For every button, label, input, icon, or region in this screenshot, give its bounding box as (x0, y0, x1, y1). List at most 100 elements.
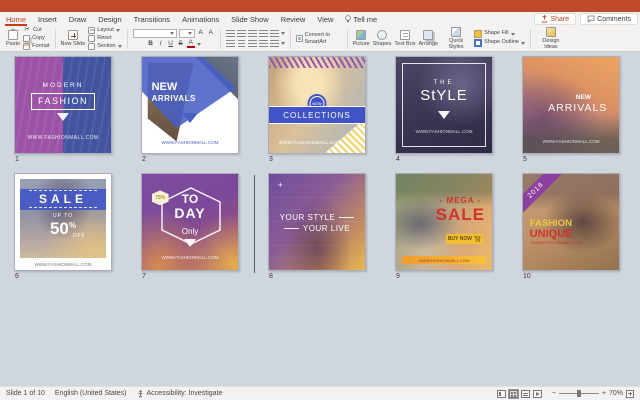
paste-button[interactable]: Paste (6, 30, 20, 47)
tab-design[interactable]: Design (92, 12, 127, 26)
dashed-line (29, 207, 98, 208)
slide-sorter: MODERN FASHION WWW.FASHIONMALL.COM 1 NEW… (0, 52, 640, 386)
bold-button[interactable]: B (147, 41, 155, 48)
copy-button[interactable]: Copy (23, 35, 49, 42)
bullets-button[interactable] (226, 30, 235, 38)
tab-draw[interactable]: Draw (63, 12, 93, 26)
shrink-font-button[interactable]: A (207, 30, 215, 37)
columns-button[interactable] (270, 40, 279, 48)
paste-label: Paste (6, 41, 20, 47)
font-size-select[interactable] (179, 29, 195, 38)
quick-styles-icon (451, 27, 461, 37)
triangle-logo-icon (182, 113, 198, 123)
numbering-button[interactable] (237, 30, 246, 38)
tab-home[interactable]: Home (0, 12, 32, 26)
accessibility-status[interactable]: Accessibility: Investigate (137, 390, 223, 398)
increase-indent-button[interactable] (259, 30, 268, 38)
slide-thumbnail-9[interactable]: - MEGA - SALE BUY NOW WWW.FASHIONMALL.CO… (395, 173, 493, 271)
slide-indicator[interactable]: Slide 1 of 10 (6, 390, 45, 397)
slide8-line1: YOUR STYLE (275, 213, 360, 222)
align-right-button[interactable] (248, 40, 257, 48)
zoom-slider-handle[interactable] (577, 390, 581, 397)
slide-number-7: 7 (142, 273, 239, 282)
italic-button[interactable]: I (157, 41, 165, 48)
slide-thumbnail-3[interactable]: NEW COLLECTIONS WWW.FASHIONMALL.COM (268, 56, 366, 154)
line-spacing-button[interactable] (270, 30, 279, 38)
scissors-icon: ✂ (23, 27, 31, 34)
slide-thumbnail-7[interactable]: 75% TO DAY Only WWW.FASHIONMALL.COM (141, 173, 239, 271)
decrease-indent-button[interactable] (248, 30, 257, 38)
quick-styles-button[interactable]: Quick Styles (441, 27, 471, 50)
paste-icon (8, 30, 18, 40)
arrange-button[interactable]: Arrange (419, 30, 439, 47)
slide-cell: + YOUR STYLE YOUR LIVE 8 (268, 173, 366, 282)
clipboard-group: Paste ✂ Cut Copy Format (3, 26, 53, 51)
font-name-select[interactable] (133, 29, 177, 38)
slide-cell: NEW ARRIVALS WWW.FASHIONMALL.COM 2 (141, 56, 239, 165)
zoom-out-button[interactable]: − (552, 390, 556, 397)
slide-sorter-view-button[interactable] (509, 390, 518, 398)
tab-view[interactable]: View (311, 12, 339, 26)
underline-button[interactable]: U (167, 41, 175, 48)
picture-button[interactable]: Picture (353, 30, 370, 47)
slide-cell: NEW COLLECTIONS WWW.FASHIONMALL.COM 3 (268, 56, 366, 165)
chevron-down-icon (170, 32, 174, 35)
new-slide-icon (68, 30, 78, 40)
tab-tell-me[interactable]: Tell me (339, 12, 383, 26)
strikethrough-button[interactable]: S (177, 41, 185, 48)
tab-slide-show[interactable]: Slide Show (225, 12, 275, 26)
share-label: Share (550, 16, 569, 23)
tab-insert[interactable]: Insert (32, 12, 63, 26)
fit-to-window-button[interactable] (626, 390, 634, 398)
comments-button[interactable]: Comments (580, 13, 638, 25)
zoom-level[interactable]: 70% (609, 390, 623, 397)
slide-number-1: 1 (15, 156, 112, 165)
reset-icon (88, 35, 95, 42)
align-left-button[interactable] (226, 40, 235, 48)
slide-thumbnail-1[interactable]: MODERN FASHION WWW.FASHIONMALL.COM (14, 56, 112, 154)
justify-button[interactable] (259, 40, 268, 48)
arrange-label: Arrange (419, 41, 439, 47)
slide5-title: ARRIVALS (536, 103, 619, 114)
shapes-icon (377, 30, 387, 40)
design-ideas-button[interactable]: Design Ideas (536, 27, 566, 50)
shapes-button[interactable]: Shapes (373, 30, 392, 47)
format-painter-button[interactable]: Format (23, 43, 49, 50)
tab-review[interactable]: Review (275, 12, 312, 26)
tab-transitions[interactable]: Transitions (128, 12, 176, 26)
new-slide-button[interactable]: New Slide (61, 30, 86, 47)
normal-view-button[interactable] (497, 390, 506, 398)
insertion-point-indicator (254, 175, 255, 273)
language-indicator[interactable]: English (United States) (55, 390, 127, 397)
layout-button[interactable]: Layout (88, 27, 121, 34)
lightbulb-icon (345, 15, 351, 23)
status-bar: Slide 1 of 10 English (United States) Ac… (0, 386, 640, 400)
chevron-down-icon (281, 32, 285, 35)
tab-animations[interactable]: Animations (176, 12, 225, 26)
cut-button[interactable]: ✂ Cut (23, 27, 49, 34)
reset-button[interactable]: Reset (88, 35, 121, 42)
text-box-button[interactable]: Text Box (394, 30, 415, 47)
slide-thumbnail-2[interactable]: NEW ARRIVALS WWW.FASHIONMALL.COM (141, 56, 239, 154)
shape-outline-button[interactable]: Shape Outline (474, 39, 525, 47)
slide-thumbnail-6[interactable]: SALE UP TO 50% OFF WWW.FASHIONMALL.COM (14, 173, 112, 271)
slide-thumbnail-10[interactable]: 2018 FASHION UNIQUE WWW.FASHIONMALL.COM (522, 173, 620, 271)
slide-show-button[interactable] (533, 390, 542, 398)
align-center-button[interactable] (237, 40, 246, 48)
shape-fill-button[interactable]: Shape Fill (474, 30, 525, 38)
convert-to-smartart-label: Convert to SmartArt (305, 32, 342, 45)
slide-thumbnail-4[interactable]: THE StYLE WWW.FASHIONMALL.COM (395, 56, 493, 154)
font-color-button[interactable]: A (187, 40, 195, 49)
reading-view-button[interactable] (521, 390, 530, 398)
grow-font-button[interactable]: A (197, 30, 205, 37)
chevron-down-icon (197, 43, 201, 46)
slide-thumbnail-5[interactable]: NEW ARRIVALS WWW.FASHIONMALL.COM (522, 56, 620, 154)
convert-to-smartart-button[interactable]: Convert to SmartArt (296, 32, 342, 45)
slide-thumbnail-8[interactable]: + YOUR STYLE YOUR LIVE (268, 173, 366, 271)
zoom-in-button[interactable]: + (602, 390, 606, 397)
layout-label: Layout (97, 28, 114, 34)
section-button[interactable]: Section (88, 43, 121, 50)
zoom-slider[interactable] (559, 393, 599, 394)
slide-number-3: 3 (269, 156, 366, 165)
share-button[interactable]: Share (534, 13, 576, 25)
